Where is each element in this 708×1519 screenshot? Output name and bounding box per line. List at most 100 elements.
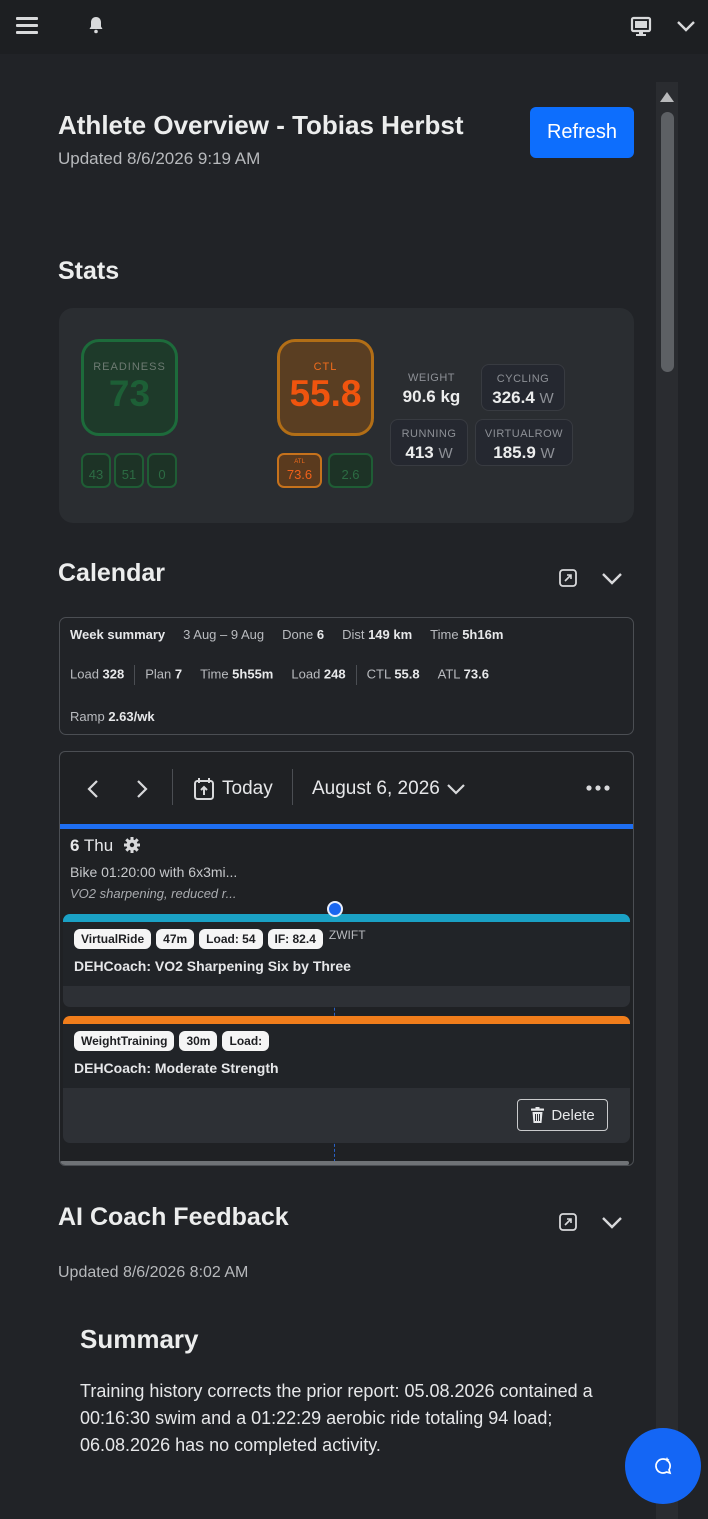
event-card-virtualride[interactable]: VirtualRide 47m Load: 54 IF: 82.4 ZWIFT … bbox=[63, 914, 630, 1007]
event-body: VirtualRide 47m Load: 54 IF: 82.4 ZWIFT … bbox=[63, 922, 630, 986]
event-color-bar bbox=[63, 914, 630, 922]
chevron-down-icon[interactable] bbox=[446, 782, 466, 796]
plan-load-label: Load bbox=[291, 666, 321, 682]
readiness-sub-value: 43 bbox=[88, 467, 104, 482]
next-arrow-icon[interactable] bbox=[135, 779, 149, 799]
chevron-down-icon[interactable] bbox=[600, 1214, 624, 1230]
monitor-icon[interactable] bbox=[630, 16, 652, 38]
stats-title: Stats bbox=[58, 257, 120, 285]
readiness-ring: READINESS 73 bbox=[81, 339, 178, 436]
tsb-value: 2.6 bbox=[341, 467, 360, 482]
today-button[interactable]: Today bbox=[222, 778, 273, 800]
time-label: Time bbox=[430, 627, 459, 642]
day-header[interactable]: 6 Thu bbox=[70, 836, 113, 856]
summary-title: Summary bbox=[80, 1324, 199, 1354]
week-row-3: Ramp 2.63/wk bbox=[70, 709, 155, 724]
metric-label: VIRTUALROW bbox=[484, 428, 564, 440]
plan-value: 7 bbox=[174, 666, 183, 682]
date-picker[interactable]: August 6, 2026 bbox=[312, 778, 440, 800]
calendar-title: Calendar bbox=[58, 559, 165, 587]
event-card-weighttraining[interactable]: WeightTraining 30m Load: DEHCoach: Moder… bbox=[63, 1016, 630, 1143]
ramp-label: Ramp bbox=[70, 709, 105, 724]
readiness-sub-2: 51 bbox=[114, 453, 144, 488]
delete-button[interactable]: Delete bbox=[517, 1099, 608, 1131]
metric-unit: W bbox=[438, 445, 453, 462]
atl-value: 73.6 bbox=[463, 666, 489, 682]
metric-unit: W bbox=[539, 390, 554, 407]
prev-arrow-icon[interactable] bbox=[86, 779, 100, 799]
scroll-up-arrow[interactable] bbox=[660, 92, 674, 102]
summary-text: Training history corrects the prior repo… bbox=[80, 1381, 593, 1455]
metric-value: 185.9 bbox=[493, 443, 536, 462]
expand-icon[interactable] bbox=[558, 1212, 578, 1232]
event-color-bar bbox=[63, 1016, 630, 1024]
event-tags: VirtualRide 47m Load: 54 IF: 82.4 ZWIFT bbox=[74, 926, 619, 952]
readiness-sub-value: 51 bbox=[121, 467, 137, 482]
readiness-label: READINESS bbox=[93, 361, 166, 373]
tag-load: Load: bbox=[222, 1031, 270, 1051]
horizontal-scrollbar[interactable] bbox=[60, 1161, 629, 1165]
calendar-today-icon[interactable] bbox=[193, 777, 215, 801]
metric-label: CYCLING bbox=[496, 373, 550, 385]
readiness-sub-3: 0 bbox=[147, 453, 177, 488]
day-weekday: Thu bbox=[83, 836, 114, 855]
chat-fab-button[interactable] bbox=[625, 1428, 701, 1504]
week-row-1: Week summary 3 Aug – 9 Aug Done 6 Dist 149 … bbox=[70, 627, 503, 642]
week-summary-label: Week summary bbox=[70, 627, 166, 642]
atl-badge: ATL 73.6 bbox=[277, 453, 322, 488]
day-plan-note: VO2 sharpening, reduced r... bbox=[70, 886, 237, 901]
plan-time-label: Time bbox=[200, 666, 229, 682]
metric-cycling: CYCLING 326.4 W bbox=[481, 364, 565, 411]
metric-label: RUNNING bbox=[401, 428, 457, 440]
menu-icon[interactable] bbox=[16, 17, 38, 34]
metric-label: WEIGHT bbox=[408, 372, 455, 384]
metric-value: 326.4 bbox=[492, 388, 535, 407]
chevron-down-icon[interactable] bbox=[675, 17, 697, 35]
week-range: 3 Aug – 9 Aug bbox=[183, 627, 265, 642]
metric-unit: W bbox=[540, 445, 555, 462]
tag-load: Load: 54 bbox=[199, 929, 263, 949]
tag-type: VirtualRide bbox=[74, 929, 152, 949]
day-number: 6 bbox=[70, 836, 80, 855]
trash-icon bbox=[531, 1107, 545, 1123]
ai-feedback-title: AI Coach Feedback bbox=[58, 1203, 289, 1231]
ctl-value: 55.8 bbox=[394, 666, 420, 682]
more-options-icon[interactable] bbox=[586, 785, 610, 791]
done-value: 6 bbox=[316, 627, 325, 642]
ctl-label: CTL bbox=[366, 666, 391, 682]
load-label: Load bbox=[70, 666, 99, 682]
metric-value: 90.6 kg bbox=[402, 387, 461, 406]
event-title: DEHCoach: VO2 Sharpening Six by Three bbox=[74, 958, 351, 974]
event-title: DEHCoach: Moderate Strength bbox=[74, 1060, 279, 1076]
load-value: 328 bbox=[102, 666, 125, 682]
chevron-down-icon[interactable] bbox=[600, 570, 624, 586]
tag-type: WeightTraining bbox=[74, 1031, 175, 1051]
metric-value: 413 bbox=[405, 443, 434, 462]
week-row-2: Load 328 Plan 7 Time 5h55m Load 248 CTL 55.8… bbox=[70, 665, 489, 685]
day-plan-summary: Bike 01:20:00 with 6x3mi... bbox=[70, 864, 238, 880]
page-title: Athlete Overview - Tobias Herbst bbox=[58, 110, 464, 140]
tag-duration: 30m bbox=[179, 1031, 218, 1051]
bell-icon[interactable] bbox=[86, 15, 106, 35]
metric-virtualrow: VIRTUALROW 185.9 W bbox=[475, 419, 573, 466]
atl-label: ATL bbox=[437, 666, 461, 682]
divider bbox=[292, 769, 293, 805]
event-tags: WeightTraining 30m Load: bbox=[74, 1028, 619, 1054]
updated-timestamp: Updated 8/6/2026 9:19 AM bbox=[58, 149, 261, 168]
atl-label: ATL bbox=[294, 459, 305, 465]
dist-label: Dist bbox=[342, 627, 365, 642]
plan-label: Plan bbox=[145, 666, 172, 682]
gear-icon[interactable] bbox=[123, 836, 141, 854]
refresh-button[interactable]: Refresh bbox=[530, 107, 634, 158]
scrollbar-thumb[interactable] bbox=[661, 112, 674, 372]
current-time-marker bbox=[327, 901, 343, 917]
divider bbox=[172, 769, 173, 805]
atl-value: 73.6 bbox=[286, 467, 313, 482]
ai-updated-timestamp: Updated 8/6/2026 8:02 AM bbox=[58, 1264, 249, 1281]
ramp-value: 2.63/wk bbox=[108, 709, 155, 724]
readiness-sub-value: 0 bbox=[158, 467, 166, 482]
metric-running: RUNNING 413 W bbox=[390, 419, 468, 466]
expand-icon[interactable] bbox=[558, 568, 578, 588]
tsb-badge: 2.6 bbox=[328, 453, 373, 488]
calendar-toolbar: Today August 6, 2026 bbox=[60, 752, 633, 824]
